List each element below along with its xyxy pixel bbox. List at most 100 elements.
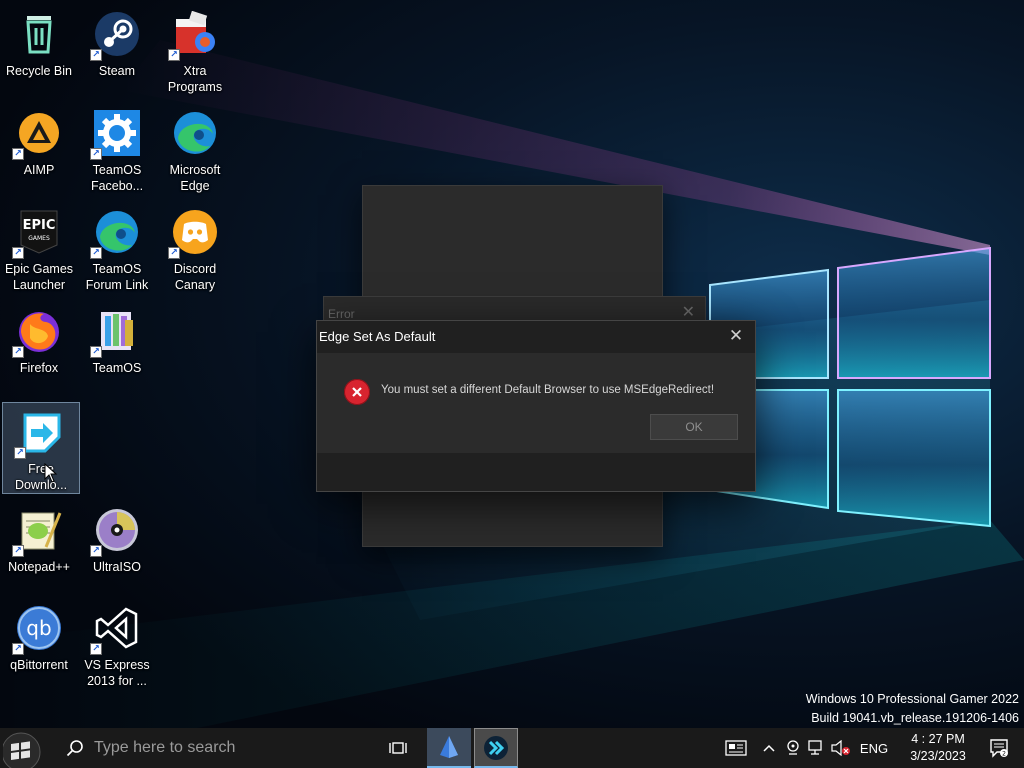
shortcut-arrow-icon: ↗ — [90, 49, 102, 61]
desktop-icon-vs-express[interactable]: ↗ VS Express 2013 for ... — [78, 598, 156, 690]
icon-label: TeamOS Forum Link — [85, 262, 149, 292]
volume-muted-icon — [831, 740, 850, 756]
notification-icon: 2 — [990, 739, 1008, 758]
search-icon — [66, 740, 83, 757]
mouse-cursor-icon — [44, 463, 58, 483]
icon-label: UltraISO — [93, 560, 141, 574]
svg-text:EPIC: EPIC — [23, 218, 56, 233]
dialog-message: You must set a different Default Browser… — [381, 384, 715, 396]
icon-label: TeamOS Facebo... — [90, 163, 144, 193]
chevron-up-icon — [763, 744, 775, 752]
icon-label: Xtra Programs — [167, 64, 223, 94]
free-download-manager-icon: ↗ — [14, 409, 65, 459]
epic-games-icon: EPIC GAMES ↗ — [12, 208, 63, 259]
windows-watermark: Windows 10 Professional Gamer 2022 Build… — [806, 690, 1019, 728]
teamos-icon: ↗ — [90, 307, 141, 358]
desktop-icon-free-download-manager[interactable]: ↗ Free Downlo... — [2, 402, 80, 494]
recycle-bin-icon — [15, 10, 63, 58]
desktop-icon-ultraiso[interactable]: ↗ UltraISO — [78, 500, 156, 592]
clock-date: 3/23/2023 — [910, 749, 966, 763]
shortcut-arrow-icon: ↗ — [90, 545, 102, 557]
dialog-title: Edge Set As Default — [319, 329, 436, 344]
meet-now-button[interactable] — [782, 728, 804, 768]
show-hidden-icons-button[interactable] — [758, 728, 780, 768]
edge-icon — [171, 109, 219, 157]
svg-text:2: 2 — [1002, 751, 1006, 758]
action-center-button[interactable]: 2 — [984, 728, 1014, 768]
shortcut-arrow-icon: ↗ — [12, 148, 24, 160]
dialog-titlebar[interactable]: Edge Set As Default ✕ — [317, 321, 755, 353]
icon-label: Notepad++ — [8, 560, 70, 574]
icon-label: VS Express 2013 for ... — [84, 658, 150, 688]
desktop-icon-teamos-facebook[interactable]: ↗ TeamOS Facebo... — [78, 103, 156, 195]
taskbar-search-box[interactable]: Type here to search — [48, 728, 370, 768]
autoit-app-icon — [440, 736, 458, 758]
shortcut-arrow-icon: ↗ — [90, 247, 102, 259]
shortcut-arrow-icon: ↗ — [12, 643, 24, 655]
icon-label: Epic Games Launcher — [4, 262, 74, 292]
clock[interactable]: 4 : 27 PM 3/23/2023 — [896, 728, 980, 768]
ok-button[interactable]: OK — [650, 414, 738, 440]
settings-gear-icon: ↗ — [90, 109, 141, 160]
desktop-icon-discord-canary[interactable]: ↗ Discord Canary — [156, 202, 234, 294]
desktop-icon-teamos[interactable]: ↗ TeamOS — [78, 301, 156, 393]
shortcut-arrow-icon: ↗ — [90, 148, 102, 160]
visual-studio-icon: ↗ — [90, 604, 141, 655]
msedgeredirect-app-icon — [484, 735, 508, 760]
desktop-icon-xtra-programs[interactable]: ↗ Xtra Programs — [156, 4, 234, 96]
watermark-build: Build 19041.vb_release.191206-1406 — [811, 711, 1019, 725]
webcam-icon — [787, 740, 799, 755]
error-dialog: Edge Set As Default ✕ You must set a dif… — [316, 320, 756, 492]
icon-label: qBittorrent — [10, 658, 68, 672]
news-icon — [725, 740, 747, 756]
network-icon — [808, 740, 822, 755]
shortcut-arrow-icon: ↗ — [12, 247, 24, 259]
desktop-icon-microsoft-edge[interactable]: Microsoft Edge — [156, 103, 234, 195]
svg-text:qb: qb — [26, 616, 51, 640]
background-error-title: Error — [328, 307, 355, 321]
shortcut-arrow-icon: ↗ — [168, 49, 180, 61]
shortcut-arrow-icon: ↗ — [90, 346, 102, 358]
icon-label: TeamOS — [92, 361, 142, 375]
watermark-edition: Windows 10 Professional Gamer 2022 — [805, 692, 1019, 706]
shortcut-arrow-icon: ↗ — [12, 346, 24, 358]
search-placeholder: Type here to search — [94, 739, 236, 756]
desktop-icon-aimp[interactable]: ↗ AIMP — [0, 103, 78, 195]
shortcut-arrow-icon: ↗ — [12, 545, 24, 557]
icon-label: Steam — [98, 64, 136, 78]
aimp-icon: ↗ — [12, 109, 63, 160]
desktop-icon-steam[interactable]: ↗ Steam — [78, 4, 156, 96]
desktop-icon-epic-games[interactable]: EPIC GAMES ↗ Epic Games Launcher — [0, 202, 78, 294]
shortcut-arrow-icon: ↗ — [14, 447, 26, 459]
language-indicator[interactable]: ENG — [856, 728, 892, 768]
windows-logo-icon — [3, 732, 41, 768]
edge-icon: ↗ — [90, 208, 141, 259]
taskbar: Type here to search ENG 4 : 27 PM 3/23/2… — [0, 728, 1024, 768]
svg-text:GAMES: GAMES — [28, 235, 50, 242]
start-button[interactable] — [0, 728, 48, 768]
desktop-icon-recycle-bin[interactable]: Recycle Bin — [0, 4, 78, 96]
desktop-icon-qbittorrent[interactable]: qb ↗ qBittorrent — [0, 598, 78, 690]
desktop-icon-teamos-forum-link[interactable]: ↗ TeamOS Forum Link — [78, 202, 156, 294]
clock-time: 4 : 27 PM — [911, 732, 965, 746]
network-button[interactable] — [806, 728, 828, 768]
qbittorrent-icon: qb ↗ — [12, 604, 63, 655]
icon-label: Firefox — [19, 361, 59, 375]
task-view-button[interactable] — [380, 728, 416, 768]
firefox-icon: ↗ — [12, 307, 63, 358]
icon-label: Recycle Bin — [6, 64, 72, 78]
taskbar-app-msedgeredirect[interactable] — [474, 728, 518, 768]
system-tray: ENG 4 : 27 PM 3/23/2023 2 — [704, 728, 1024, 768]
taskbar-app-autoit[interactable] — [427, 728, 471, 768]
desktop-icon-firefox[interactable]: ↗ Firefox — [0, 301, 78, 393]
volume-button[interactable] — [830, 728, 852, 768]
steam-icon: ↗ — [90, 10, 141, 61]
desktop-icon-notepad-plus-plus[interactable]: ↗ Notepad++ — [0, 500, 78, 592]
news-widget-button[interactable] — [720, 728, 752, 768]
discord-icon: ↗ — [168, 208, 219, 259]
icon-label: Discord Canary — [173, 262, 217, 292]
ultraiso-disc-icon: ↗ — [90, 506, 141, 557]
background-error-close-icon: ✕ — [681, 302, 695, 321]
error-icon — [344, 379, 370, 405]
close-icon[interactable]: ✕ — [727, 327, 745, 345]
